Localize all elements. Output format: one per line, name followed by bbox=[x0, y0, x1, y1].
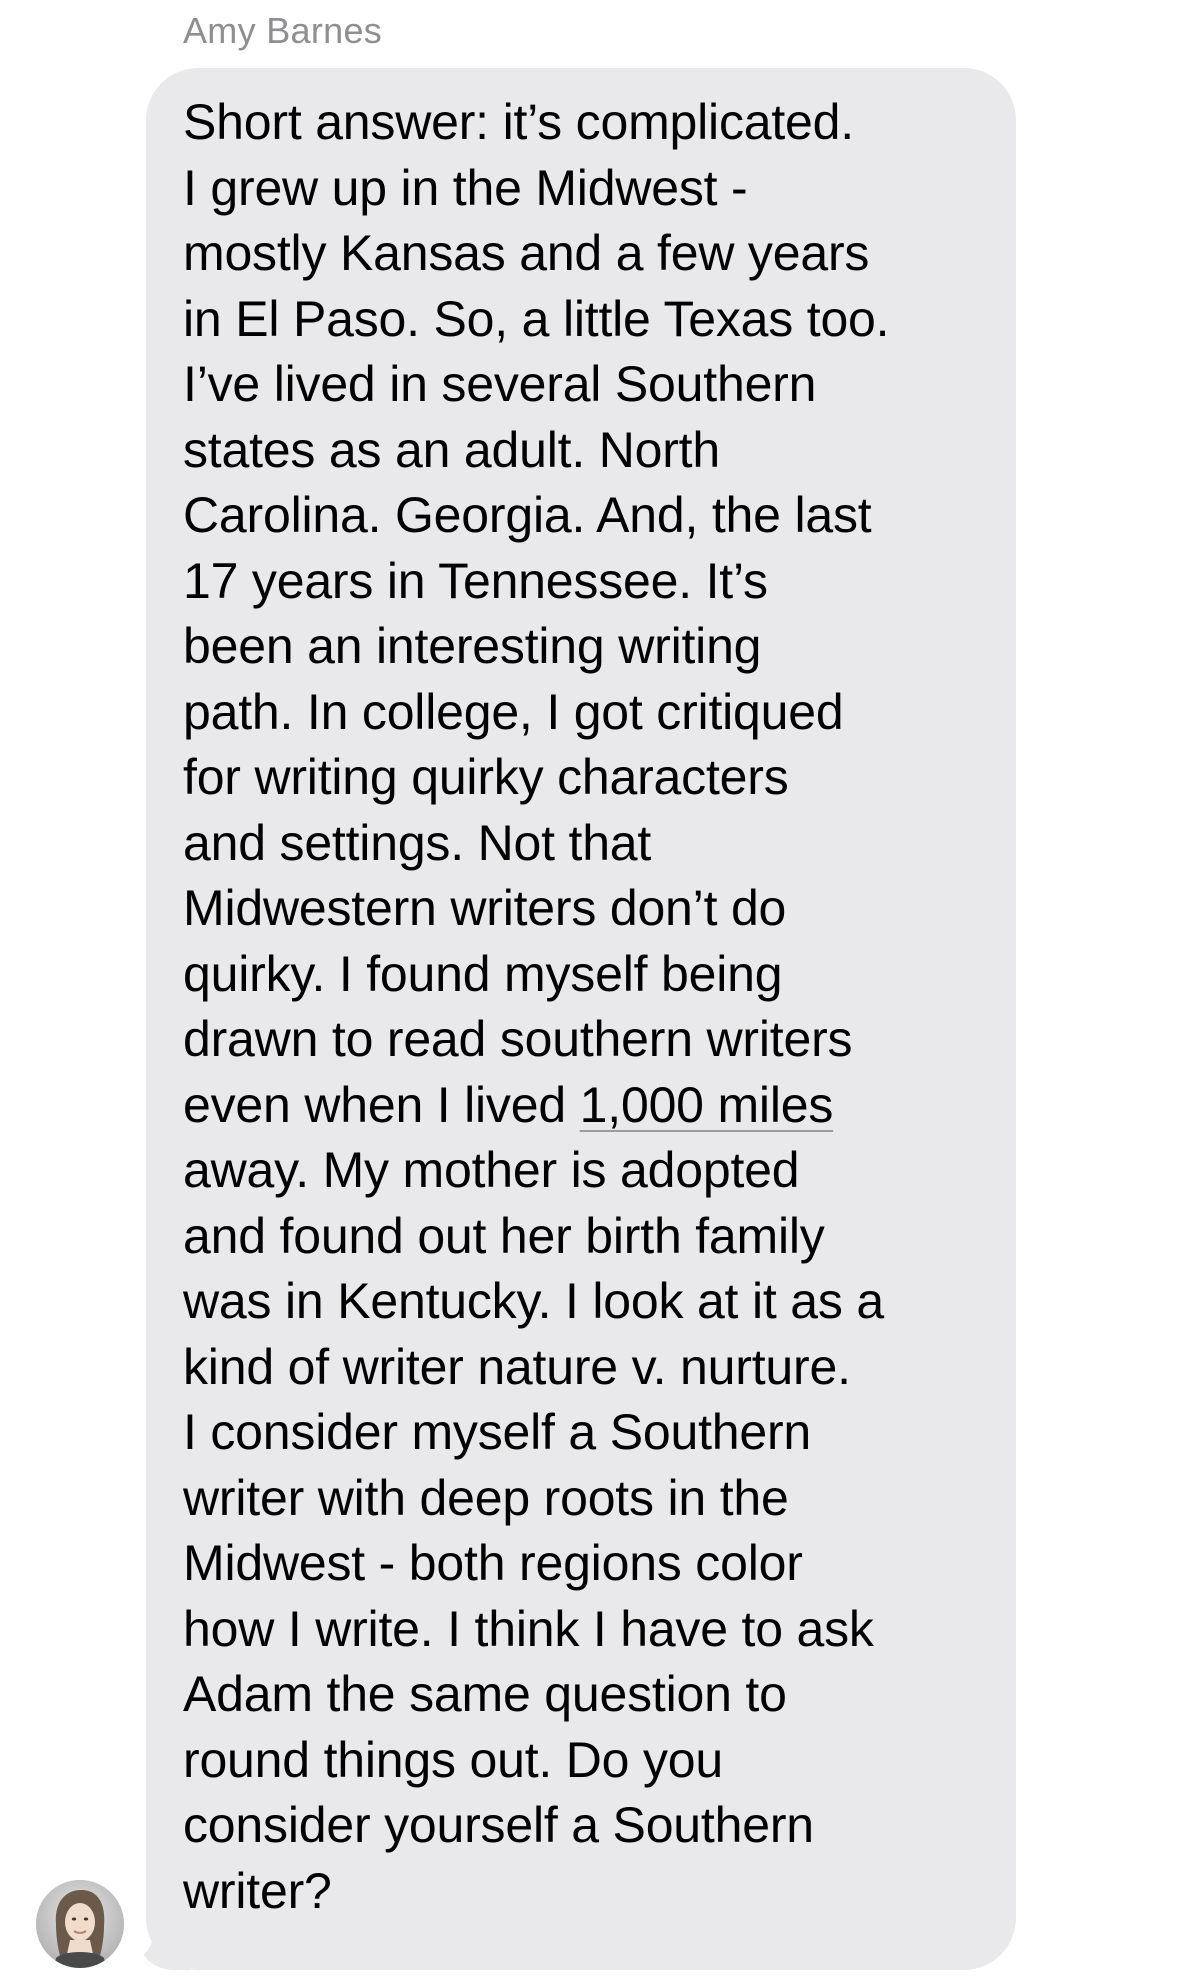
message-line: in El Paso. So, a little Texas too. bbox=[183, 287, 992, 353]
contact-photo-icon bbox=[36, 1880, 124, 1968]
message-line: Midwest - both regions color bbox=[183, 1531, 992, 1597]
message-text: away. My mother is adopted bbox=[183, 1142, 800, 1198]
message-line: away. My mother is adopted bbox=[183, 1138, 992, 1204]
message-text: how I write. I think I have to ask bbox=[183, 1600, 874, 1657]
message-text: Short answer: it’s complicated. bbox=[183, 94, 854, 150]
message-line: I grew up in the Midwest - bbox=[183, 156, 992, 222]
avatar[interactable] bbox=[36, 1880, 124, 1968]
message-line: writer? bbox=[183, 1859, 992, 1925]
message-text: path. In college, I got critiqued bbox=[183, 683, 844, 740]
message-text: was in Kentucky. I look at it as a bbox=[183, 1273, 884, 1329]
message-line: kind of writer nature v. nurture. bbox=[183, 1335, 992, 1401]
message-text: Midwestern writers don’t do bbox=[183, 880, 787, 936]
message-line: been an interesting writing bbox=[183, 614, 992, 680]
message-text: and settings. Not that bbox=[183, 814, 652, 871]
message-line: even when I lived 1,000 miles bbox=[183, 1073, 992, 1139]
message-text: I consider myself a Southern bbox=[183, 1404, 812, 1460]
message-line: path. In college, I got critiqued bbox=[183, 680, 992, 746]
message-line: Short answer: it’s complicated. bbox=[183, 90, 992, 156]
message-line: round things out. Do you bbox=[183, 1728, 992, 1794]
message-text: round things out. Do you bbox=[183, 1731, 723, 1788]
message-text: 17 years in Tennessee. It’s bbox=[183, 552, 768, 609]
message-line: how I write. I think I have to ask bbox=[183, 1597, 992, 1663]
message-text: I’ve lived in several Southern bbox=[183, 356, 817, 412]
message-line: Midwestern writers don’t do bbox=[183, 876, 992, 942]
message-text: quirky. I found myself being bbox=[183, 945, 783, 1002]
message-line: Carolina. Georgia. And, the last bbox=[183, 483, 992, 549]
message-text: even when I lived bbox=[183, 1076, 580, 1133]
message-line: Adam the same question to bbox=[183, 1662, 992, 1728]
message-bubble[interactable]: Short answer: it’s complicated. I grew up… bbox=[146, 68, 1016, 1970]
message-text: been an interesting writing bbox=[183, 618, 762, 674]
message-line: quirky. I found myself being bbox=[183, 942, 992, 1008]
message-line: and found out her birth family bbox=[183, 1204, 992, 1270]
message-text: consider yourself a Southern bbox=[183, 1797, 814, 1853]
message-text: writer? bbox=[183, 1862, 332, 1919]
message-line: writer with deep roots in the bbox=[183, 1466, 992, 1532]
message-line: and settings. Not that bbox=[183, 811, 992, 877]
message-line: 17 years in Tennessee. It’s bbox=[183, 549, 992, 615]
message-text: in El Paso. So, a little Texas too. bbox=[183, 290, 890, 347]
message-text: drawn to read southern writers bbox=[183, 1011, 853, 1067]
message-line: for writing quirky characters bbox=[183, 745, 992, 811]
message-text: mostly Kansas and a few years bbox=[183, 225, 870, 281]
sender-name: Amy Barnes bbox=[183, 10, 383, 51]
message-text: states as an adult. North bbox=[183, 421, 720, 478]
message-line: consider yourself a Southern bbox=[183, 1793, 992, 1859]
message-text: Midwest - both regions color bbox=[183, 1535, 803, 1591]
message-text: writer with deep roots in the bbox=[183, 1469, 789, 1526]
message-line: I’ve lived in several Southern bbox=[183, 352, 992, 418]
message-line: was in Kentucky. I look at it as a bbox=[183, 1269, 992, 1335]
message-line: states as an adult. North bbox=[183, 418, 992, 484]
message-line: I consider myself a Southern bbox=[183, 1400, 992, 1466]
message-line: drawn to read southern writers bbox=[183, 1007, 992, 1073]
message-text: kind of writer nature v. nurture. bbox=[183, 1338, 851, 1395]
message-text: for writing quirky characters bbox=[183, 749, 789, 805]
message-text: Carolina. Georgia. And, the last bbox=[183, 487, 872, 543]
message-text: I grew up in the Midwest - bbox=[183, 159, 748, 216]
message-text: and found out her birth family bbox=[183, 1207, 825, 1264]
message-text: Adam the same question to bbox=[183, 1666, 787, 1722]
message-line: mostly Kansas and a few years bbox=[183, 221, 992, 287]
distance-data-detector-link[interactable]: 1,000 miles bbox=[580, 1077, 834, 1133]
